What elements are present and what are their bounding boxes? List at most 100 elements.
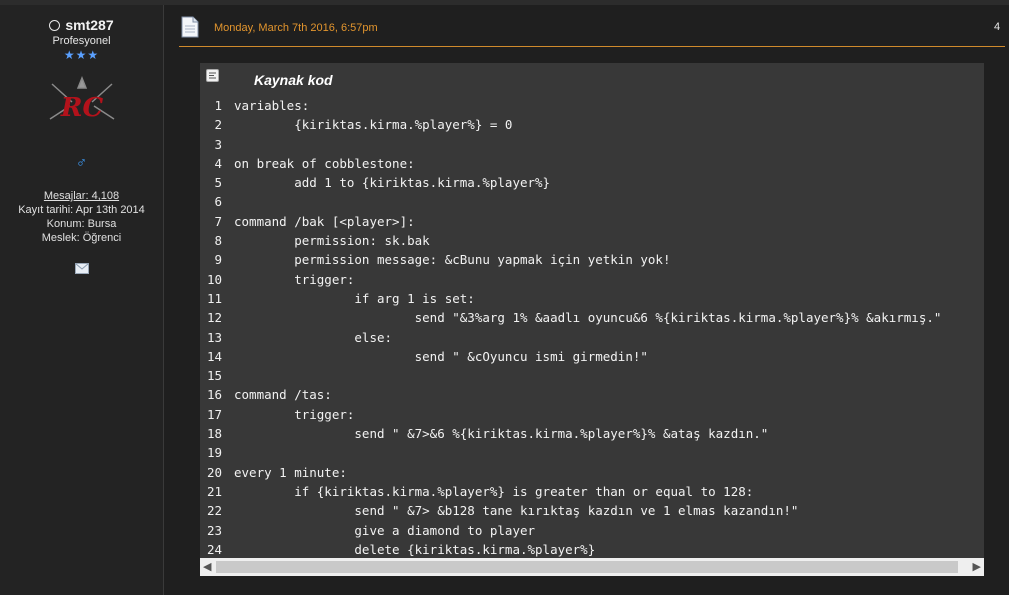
line-number: 13 [206, 329, 222, 345]
code-line: 13 else: [200, 328, 984, 347]
user-stats: Mesajlar: 4,108 Kayıt tarihi: Apr 13th 2… [0, 189, 163, 245]
code-header: Kaynak kod [200, 63, 984, 93]
line-number: 20 [206, 464, 222, 480]
code-line: 15 [200, 366, 984, 385]
code-select-icon[interactable] [206, 69, 219, 82]
post-date-link[interactable]: Monday, March 7th 2016, 6:57pm [214, 22, 378, 34]
code-text: send " &7>&6 %{kiriktas.kirma.%player%}%… [234, 426, 769, 442]
line-number: 1 [214, 98, 222, 113]
line-number: 6 [214, 194, 222, 210]
rank-stars: ★★★ [63, 48, 100, 62]
code-line: 21 if {kiriktas.kirma.%player%} is great… [200, 482, 984, 501]
line-number: 16 [206, 387, 222, 403]
code-text: if arg 1 is set: [234, 290, 475, 306]
post-header-divider [179, 46, 1005, 47]
online-status-icon [49, 19, 61, 31]
line-number: 18 [206, 426, 222, 442]
line-number: 14 [206, 348, 222, 364]
code-line: 9 permission message: &cBunu yapmak için… [200, 250, 984, 269]
line-number: 9 [214, 252, 222, 268]
code-text: delete {kiriktas.kirma.%player%} [234, 541, 596, 557]
code-text: permission message: &cBunu yapmak için y… [234, 252, 671, 268]
code-line: 3 [200, 135, 984, 154]
user-sidebar: smt287 Profesyonel ★★★ RC ♂ Mesajlar: 4,… [0, 5, 164, 595]
code-text: give a diamond to player [234, 522, 536, 538]
line-number: 17 [206, 406, 222, 422]
line-number: 19 [206, 445, 222, 461]
username-link[interactable]: smt287 [65, 17, 113, 33]
code-line: 1 variables: [200, 96, 984, 115]
line-number: 15 [206, 368, 222, 384]
code-lines: 1 variables: 2 {kiriktas.kirma.%player%} =… [200, 96, 984, 558]
line-number: 7 [214, 213, 222, 229]
code-text: trigger: [234, 271, 355, 287]
code-text: if {kiriktas.kirma.%player%} is greater … [234, 483, 754, 499]
line-number: 8 [214, 233, 222, 249]
code-text: send " &cOyuncu ismi girmedin!" [234, 348, 648, 364]
code-text: add 1 to {kiriktas.kirma.%player%} [234, 175, 551, 191]
code-text: command /bak [<player>]: [234, 213, 415, 229]
code-line: 12 send "&3%arg 1% &aadlı oyuncu&6 %{kir… [200, 308, 984, 327]
line-number: 23 [206, 522, 222, 538]
avatar[interactable]: RC [42, 74, 122, 134]
user-rank: Profesyonel [52, 35, 111, 47]
code-text: trigger: [234, 406, 355, 422]
line-number: 10 [206, 271, 222, 287]
occupation: Meslek: Öğrenci [41, 232, 122, 244]
code-block: Kaynak kod 1 variables: 2 {kiriktas.kirma.… [200, 63, 984, 576]
code-line: 17 trigger: [200, 405, 984, 424]
male-gender-icon: ♂ [75, 154, 88, 171]
code-line: 14 send " &cOyuncu ismi girmedin!" [200, 347, 984, 366]
code-text: command /tas: [234, 387, 332, 403]
messages-count-link[interactable]: Mesajlar: 4,108 [0, 189, 163, 203]
line-number: 4 [214, 155, 222, 171]
line-number: 2 [214, 117, 222, 133]
code-text: send "&3%arg 1% &aadlı oyuncu&6 %{kirikt… [234, 310, 942, 326]
line-number: 22 [206, 503, 222, 519]
join-date: Kayıt tarihi: Apr 13th 2014 [18, 204, 145, 216]
code-text: else: [234, 329, 393, 345]
line-number: 12 [206, 310, 222, 326]
code-line: 10 trigger: [200, 270, 984, 289]
code-text: every 1 minute: [234, 464, 347, 480]
scroll-left-icon[interactable]: ◀ [203, 561, 213, 573]
code-line: 2 {kiriktas.kirma.%player%} = 0 [200, 115, 984, 134]
code-title: Kaynak kod [254, 72, 333, 88]
code-line: 11 if arg 1 is set: [200, 289, 984, 308]
envelope-icon [74, 263, 89, 274]
send-message-button[interactable] [0, 263, 163, 274]
horizontal-scrollbar[interactable]: ◀ ▶ [200, 558, 984, 576]
code-text: variables: [234, 98, 310, 113]
code-text: on break of cobblestone: [234, 155, 415, 171]
code-line: 7 command /bak [<player>]: [200, 212, 984, 231]
code-line: 23 give a diamond to player [200, 521, 984, 540]
code-line: 16 command /tas: [200, 385, 984, 404]
line-number: 21 [206, 483, 222, 499]
code-line: 19 [200, 443, 984, 462]
post-document-icon [181, 16, 199, 38]
code-line: 4 on break of cobblestone: [200, 154, 984, 173]
avatar-logo-text: RC [59, 93, 103, 123]
code-line: 20 every 1 minute: [200, 463, 984, 482]
line-number: 11 [206, 290, 222, 306]
code-line: 5 add 1 to {kiriktas.kirma.%player%} [200, 173, 984, 192]
code-line: 22 send " &7> &b128 tane kırıktaş kazdın… [200, 501, 984, 520]
code-line: 6 [200, 192, 984, 211]
code-line: 8 permission: sk.bak [200, 231, 984, 250]
code-line: 24 delete {kiriktas.kirma.%player%} [200, 540, 984, 558]
scroll-right-icon[interactable]: ▶ [971, 561, 981, 573]
code-text: permission: sk.bak [234, 233, 430, 249]
user-row: smt287 [0, 17, 163, 33]
post-number[interactable]: 4 [994, 21, 1000, 33]
scrollbar-thumb[interactable] [216, 561, 958, 573]
code-line: 18 send " &7>&6 %{kiriktas.kirma.%player… [200, 424, 984, 443]
line-number: 3 [214, 136, 222, 152]
location: Konum: Bursa [46, 218, 117, 230]
code-text: send " &7> &b128 tane kırıktaş kazdın ve… [234, 503, 799, 519]
line-number: 24 [206, 541, 222, 557]
line-number: 5 [214, 175, 222, 191]
